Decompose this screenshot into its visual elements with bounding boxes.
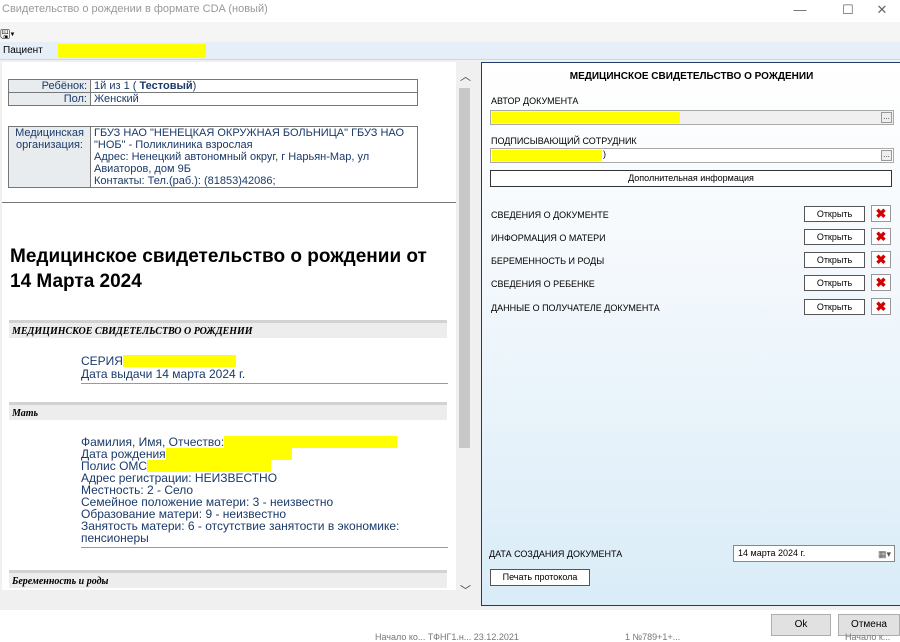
author-value <box>492 112 680 123</box>
section-header-certificate: МЕДИЦИНСКОЕ СВИДЕТЕЛЬСТВО О РОЖДЕНИИ <box>9 320 447 338</box>
section-label-document: СВЕДЕНИЯ О ДОКУМЕНТЕ <box>491 210 609 220</box>
signer-value <box>492 150 602 161</box>
scroll-thumb[interactable] <box>459 88 470 448</box>
title-bar: Свидетельство о рождении в формате CDA (… <box>0 0 900 22</box>
signer-field[interactable]: ) ... <box>490 148 894 163</box>
sex-label: Пол: <box>8 92 91 106</box>
open-recipient-button[interactable]: Открыть <box>804 299 865 315</box>
ok-button[interactable]: Ok <box>771 614 831 636</box>
open-child-button[interactable]: Открыть <box>804 275 865 291</box>
creation-date-label: ДАТА СОЗДАНИЯ ДОКУМЕНТА <box>489 549 623 559</box>
series-line: СЕРИЯ <box>81 355 236 367</box>
section-label-child: СВЕДЕНИЯ О РЕБЕНКЕ <box>491 279 595 289</box>
section-underline <box>81 547 448 548</box>
background-text: 1 №789+1+... <box>625 632 681 642</box>
close-button[interactable]: ✕ <box>862 1 900 19</box>
org-label: Медицинская организация: <box>8 126 91 188</box>
signer-label: ПОДПИСЫВАЮЩИЙ СОТРУДНИК <box>491 136 637 146</box>
document-preview: Ребёнок: 1й из 1 ( Тестовый) Пол: Женски… <box>2 62 456 590</box>
minimize-button[interactable]: — <box>780 1 820 19</box>
delete-child-icon[interactable]: ✖ <box>871 274 891 291</box>
mother-employment-cont: пенсионеры <box>81 531 149 545</box>
signer-select-button[interactable]: ... <box>881 150 892 161</box>
issue-date: Дата выдачи 14 марта 2024 г. <box>81 367 246 381</box>
window-title: Свидетельство о рождении в формате CDA (… <box>2 3 268 15</box>
scroll-down-icon[interactable]: ﹀ <box>460 582 471 598</box>
org-value: ГБУЗ НАО "НЕНЕЦКАЯ ОКРУЖНАЯ БОЛЬНИЦА" ГБ… <box>90 126 418 188</box>
toolbar: 🖫▾ <box>0 22 900 42</box>
sex-value: Женский <box>90 92 418 106</box>
scroll-up-icon[interactable]: ︿ <box>460 68 471 84</box>
additional-info-button[interactable]: Дополнительная информация <box>490 170 892 187</box>
author-select-button[interactable]: ... <box>881 112 892 123</box>
certificate-panel: МЕДИЦИНСКОЕ СВИДЕТЕЛЬСТВО О РОЖДЕНИИ АВТ… <box>481 62 900 606</box>
delete-document-icon[interactable]: ✖ <box>871 205 891 222</box>
mother-fio-value <box>224 436 398 448</box>
document-title: Медицинское свидетельство о рождении от … <box>10 246 427 292</box>
open-pregnancy-button[interactable]: Открыть <box>804 252 865 268</box>
section-underline <box>81 383 448 384</box>
patient-bar: Пациент <box>0 42 900 60</box>
child-info-table: Ребёнок: 1й из 1 ( Тестовый) Пол: Женски… <box>8 79 418 106</box>
author-label: АВТОР ДОКУМЕНТА <box>491 96 579 106</box>
section-label-mother: ИНФОРМАЦИЯ О МАТЕРИ <box>491 233 606 243</box>
section-header-pregnancy: Беременность и роды <box>9 570 447 588</box>
signer-value-suffix: ) <box>603 149 606 159</box>
section-label-recipient: ДАННЫЕ О ПОЛУЧАТЕЛЕ ДОКУМЕНТА <box>491 303 660 313</box>
document-scrollbar[interactable]: ︿ ﹀ <box>456 62 473 606</box>
child-value: 1й из 1 ( Тестовый) <box>90 79 418 93</box>
creation-date-value: 14 марта 2024 г. <box>738 548 806 558</box>
child-label: Ребёнок: <box>8 79 91 93</box>
series-value <box>122 355 236 367</box>
creation-date-picker[interactable]: 14 марта 2024 г. ▦▾ <box>733 545 895 562</box>
section-label-pregnancy: БЕРЕМЕННОСТЬ И РОДЫ <box>491 256 605 266</box>
background-text: Начало ко... ТФНГ1.н... 23.12.2021 <box>375 632 519 642</box>
delete-pregnancy-icon[interactable]: ✖ <box>871 251 891 268</box>
panel-title: МЕДИЦИНСКОЕ СВИДЕТЕЛЬСТВО О РОЖДЕНИИ <box>569 71 814 82</box>
patient-label: Пациент <box>3 45 43 56</box>
open-document-button[interactable]: Открыть <box>804 206 865 222</box>
divider <box>2 202 456 203</box>
section-header-mother: Мать <box>9 402 447 420</box>
mother-birthdate-value <box>165 448 292 460</box>
author-field[interactable]: ... <box>490 110 894 125</box>
open-mother-button[interactable]: Открыть <box>804 229 865 245</box>
patient-value <box>58 44 206 58</box>
delete-mother-icon[interactable]: ✖ <box>871 228 891 245</box>
org-info-table: Медицинская организация: ГБУЗ НАО "НЕНЕЦК… <box>8 126 418 188</box>
calendar-icon[interactable]: ▦▾ <box>878 547 891 562</box>
delete-recipient-icon[interactable]: ✖ <box>871 298 891 315</box>
background-text: Начало к... <box>845 632 891 642</box>
print-protocol-button[interactable]: Печать протокола <box>490 569 590 586</box>
